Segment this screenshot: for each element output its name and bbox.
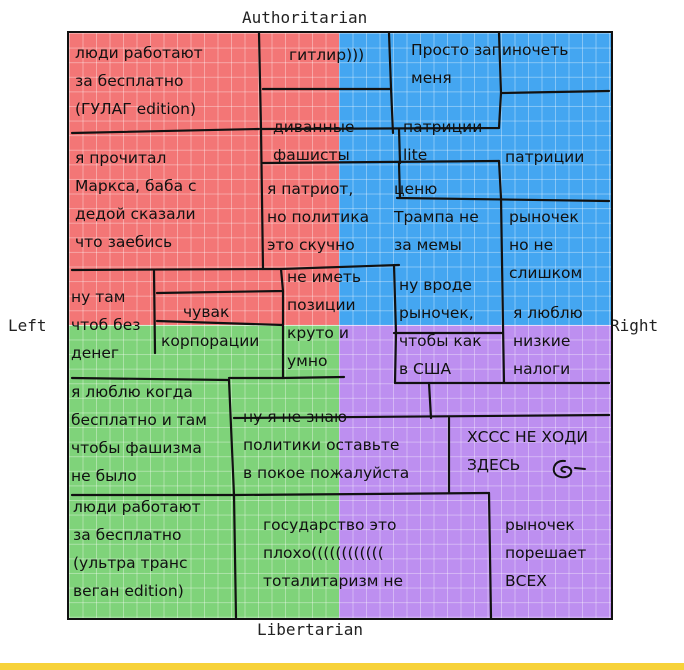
- cell-like-market: ну вроде рыночек, чтобы как в США: [399, 276, 482, 378]
- cell-patricians: патриции: [505, 148, 585, 166]
- cell-patriot: я патриот, но политика это скучно: [267, 180, 370, 254]
- cell-couch-fascists: диванные фашисты: [273, 118, 355, 164]
- cell-vegan: люди работают за бесплатно (ультра транс…: [73, 498, 201, 600]
- cell-pin-me: Просто запиночеть меня: [411, 41, 569, 87]
- cell-love-low-taxes: я люблю низкие налоги: [513, 304, 583, 378]
- cell-state-bad: государство это плохо(((((((((((( тотали…: [263, 516, 403, 590]
- axis-label-right: Right: [610, 316, 659, 335]
- cell-corporations: корпорации: [161, 332, 260, 350]
- cell-read-marx: я прочитал Маркса, баба с дедой сказали …: [75, 149, 197, 251]
- cell-there-guy: ну там чтоб без денег: [71, 288, 141, 362]
- cell-value-trump: ценю Трампа не за мемы: [394, 180, 479, 254]
- cell-gulag: люди работают за бесплатно (ГУЛАГ editio…: [75, 44, 203, 118]
- axis-label-libertarian: Libertarian: [257, 620, 363, 639]
- cell-dude: чувак: [183, 303, 230, 321]
- cell-small-market: рыночек но не слишком: [509, 208, 583, 282]
- political-compass: люди работают за бесплатно (ГУЛАГ editio…: [67, 31, 613, 620]
- footer-bar: [0, 663, 684, 670]
- cell-free-no-fascists: я люблю когда бесплатно и там чтобы фаши…: [71, 383, 207, 485]
- cell-patricians-lite: патриции lite: [403, 118, 483, 164]
- axis-label-authoritarian: Authoritarian: [242, 8, 368, 27]
- cell-dont-know: ну я не знаю политики оставьте в покое п…: [243, 408, 410, 482]
- axis-label-left: Left: [8, 316, 47, 335]
- scribble-face-icon: [552, 459, 586, 479]
- cell-market-solves: рыночек порешает ВСЕХ: [505, 516, 587, 590]
- cell-hitler: гитлир))): [289, 46, 365, 64]
- cell-no-position: не иметь позиции круто и умно: [287, 268, 362, 370]
